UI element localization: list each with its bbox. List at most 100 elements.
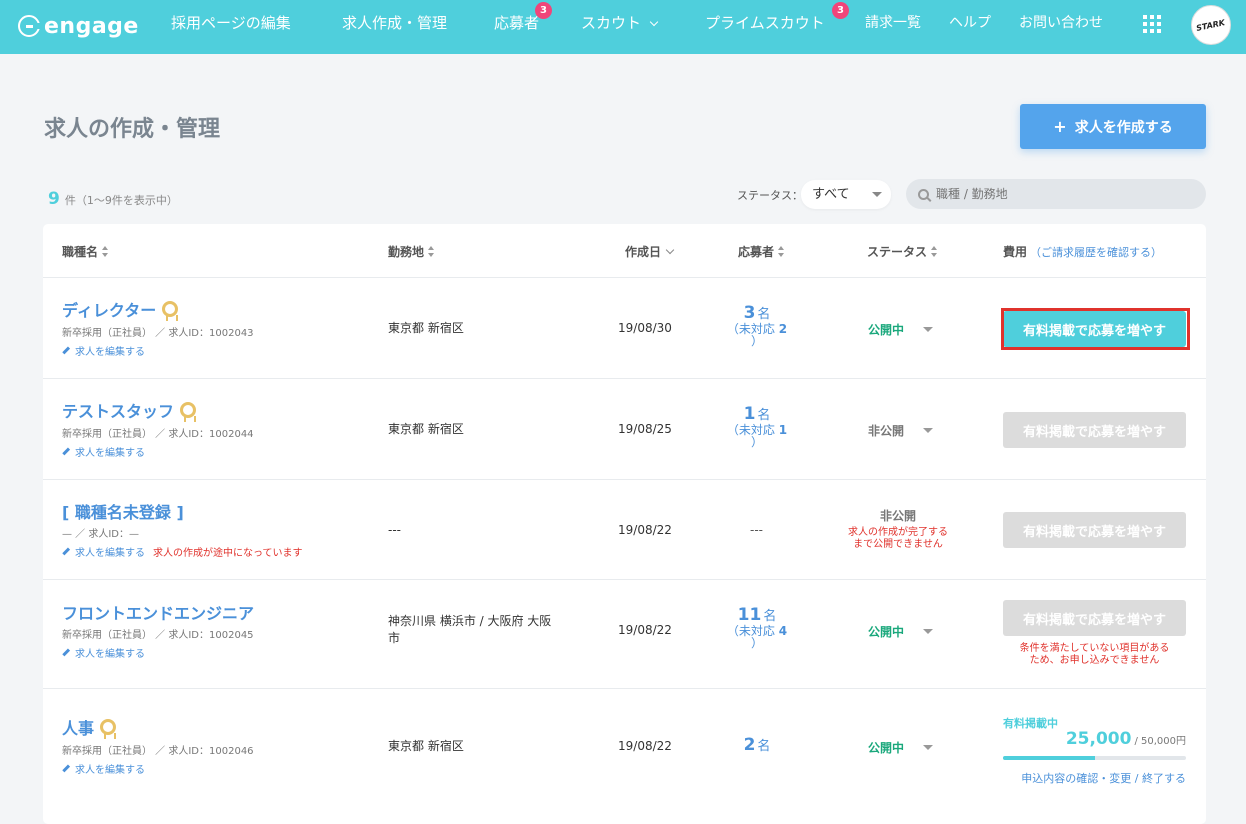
- header-cost: 費用 （ご請求履歴を確認する）: [1003, 243, 1162, 260]
- plus-icon: +: [1053, 117, 1067, 136]
- award-icon: [100, 719, 117, 739]
- chevron-down-icon: [649, 17, 659, 27]
- applicant-empty: ---: [750, 523, 763, 537]
- applicant-number: 3: [743, 303, 756, 323]
- status-text: 非公開: [879, 509, 916, 523]
- sort-icon: [102, 246, 109, 257]
- edit-job-link[interactable]: 求人を編集する: [62, 343, 145, 358]
- status-dropdown[interactable]: 公開中: [868, 739, 934, 756]
- nav-billing[interactable]: 請求一覧: [865, 0, 921, 54]
- table-row: フロントエンドエンジニア 新卒採用（正社員） ／ 求人ID：1002045 求人…: [43, 580, 1206, 689]
- job-title-text: 人事: [62, 719, 95, 738]
- edit-job-label: 求人を編集する: [75, 448, 145, 459]
- job-meta: 新卒採用（正社員） ／ 求人ID：1002043: [62, 328, 254, 339]
- create-job-button[interactable]: + 求人を作成する: [1020, 104, 1206, 149]
- edit-job-label: 求人を編集する: [75, 347, 145, 358]
- count-number: 9: [48, 189, 60, 209]
- applicant-count[interactable]: 1名 （未対応 1）: [713, 404, 801, 448]
- header-title[interactable]: 職種名: [62, 243, 109, 260]
- logo-text: engage: [44, 13, 139, 39]
- header-date[interactable]: 作成日: [625, 243, 675, 260]
- budget-progress-bar: [1003, 756, 1186, 760]
- status-dropdown[interactable]: 非公開: [868, 422, 934, 439]
- applicant-unit: 名: [757, 739, 771, 754]
- table-row: [ 職種名未登録 ] — ／ 求人ID：— 求人を編集する 求人の作成が途中になっ…: [43, 480, 1206, 580]
- table-row: テストスタッフ 新卒採用（正社員） ／ 求人ID：1002044 求人を編集する…: [43, 379, 1206, 480]
- apps-grid-icon[interactable]: [1143, 15, 1161, 33]
- pencil-icon: [62, 346, 70, 355]
- nav-prime-scout[interactable]: プライムスカウト: [705, 0, 825, 54]
- paid-manage-links[interactable]: 申込内容の確認・変更 / 終了する: [1003, 770, 1186, 786]
- status-filter-select[interactable]: すべて: [801, 180, 891, 209]
- pending-count: （未対応 4）: [713, 625, 801, 649]
- job-location: 神奈川県 横浜市 / 大阪府 大阪市: [388, 613, 551, 647]
- engage-logo[interactable]: engage: [18, 12, 139, 40]
- status-dropdown[interactable]: 公開中: [868, 321, 934, 338]
- top-nav: engage 採用ページの編集 求人作成・管理 応募者 3 スカウト プライムス…: [0, 0, 1246, 54]
- nav-help[interactable]: ヘルプ: [949, 0, 991, 54]
- job-title-link[interactable]: テストスタッフ: [62, 398, 197, 422]
- edit-job-link[interactable]: 求人を編集する 求人の作成が途中になっています: [62, 544, 303, 559]
- job-title-text: テストスタッフ: [62, 402, 175, 421]
- cost-warning-line: 条件を満たしていない項目がある: [1019, 643, 1170, 654]
- caret-down-icon: [923, 629, 934, 634]
- job-title-link[interactable]: ディレクター: [62, 297, 179, 321]
- paid-listing-button: 有料掲載で応募を増やす: [1003, 512, 1186, 548]
- job-date: 19/08/22: [618, 523, 672, 537]
- edit-job-link[interactable]: 求人を編集する: [62, 761, 145, 776]
- header-date-label: 作成日: [625, 245, 662, 259]
- job-title-link[interactable]: [ 職種名未登録 ]: [62, 499, 184, 523]
- applicant-unit: 名: [757, 307, 771, 322]
- pending-count: （未対応 2）: [713, 323, 801, 347]
- applicants-count-badge: 3: [535, 2, 552, 19]
- job-location-line: 市: [388, 631, 401, 645]
- pencil-icon: [62, 547, 70, 556]
- cost-warning: 条件を満たしていない項目がある ため、お申し込みできません: [993, 643, 1196, 667]
- table-row: 人事 新卒採用（正社員） ／ 求人ID：1002046 求人を編集する 東京都 …: [43, 689, 1206, 804]
- status-filter-value: すべて: [812, 187, 850, 202]
- nav-contact[interactable]: お問い合わせ: [1019, 0, 1103, 54]
- cost-warning-line: ため、お申し込みできません: [1029, 655, 1160, 666]
- pending-number: 2: [778, 322, 788, 336]
- search-input[interactable]: [936, 187, 1186, 201]
- caret-down-icon: [923, 327, 934, 332]
- pencil-icon: [62, 447, 70, 456]
- nav-applicants[interactable]: 応募者: [494, 0, 539, 54]
- job-date: 19/08/22: [618, 739, 672, 753]
- header-applicants[interactable]: 応募者: [738, 243, 785, 260]
- header-location[interactable]: 勤務地: [388, 243, 435, 260]
- applicant-count[interactable]: 3名 （未対応 2）: [713, 303, 801, 347]
- avatar-text: STARK: [1195, 17, 1227, 33]
- billing-history-link[interactable]: （ご請求履歴を確認する）: [1030, 244, 1162, 260]
- page-title: 求人の作成・管理: [44, 117, 221, 142]
- job-title-link[interactable]: フロントエンドエンジニア: [62, 600, 254, 624]
- company-avatar[interactable]: STARK: [1191, 5, 1231, 45]
- paid-listing-button: 有料掲載で応募を増やす: [1003, 600, 1186, 636]
- applicant-count[interactable]: 2名: [713, 735, 801, 755]
- header-location-label: 勤務地: [388, 245, 425, 259]
- job-date: 19/08/25: [618, 422, 672, 436]
- pencil-icon: [62, 648, 70, 657]
- status-dropdown[interactable]: 公開中: [868, 623, 934, 640]
- job-location: 東京都 新宿区: [388, 739, 464, 753]
- edit-job-label: 求人を編集する: [75, 649, 145, 660]
- edit-job-link[interactable]: 求人を編集する: [62, 444, 145, 459]
- job-meta: 新卒採用（正社員） ／ 求人ID：1002045: [62, 630, 254, 641]
- header-applicants-label: 応募者: [738, 245, 775, 259]
- sort-icon: [428, 246, 435, 257]
- pending-suffix: ）: [750, 334, 763, 348]
- applicant-count[interactable]: 11 名 （未対応 4）: [713, 605, 801, 649]
- award-icon: [162, 301, 179, 321]
- edit-job-label: 求人を編集する: [75, 548, 145, 559]
- status-note: 求人の作成が完了する まで公開できません: [833, 527, 963, 551]
- nav-scout[interactable]: スカウト: [581, 0, 659, 54]
- paid-amount-total: / 50,000円: [1134, 736, 1186, 747]
- search-icon: [918, 188, 929, 200]
- edit-job-link[interactable]: 求人を編集する: [62, 645, 145, 660]
- status-text: 公開中: [868, 323, 905, 337]
- job-title-link[interactable]: 人事: [62, 715, 117, 739]
- header-status[interactable]: ステータス: [867, 243, 938, 260]
- nav-career-page[interactable]: 採用ページの編集: [171, 0, 291, 54]
- nav-job-management[interactable]: 求人作成・管理: [342, 0, 447, 54]
- job-title-text: ディレクター: [62, 301, 157, 320]
